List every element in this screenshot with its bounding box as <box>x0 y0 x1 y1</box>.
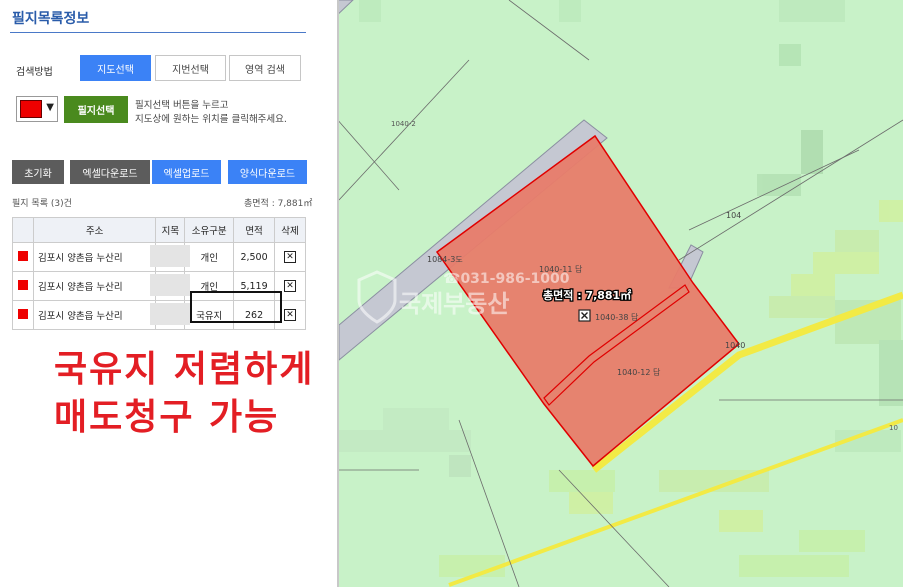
map-label-1084-3: 1084-3도 <box>427 255 463 264</box>
excel-upload-button[interactable]: 엑셀업로드 <box>152 160 221 184</box>
tab-map-select[interactable]: 지도선택 <box>80 55 151 81</box>
color-picker[interactable]: ▼ <box>16 96 58 122</box>
svg-text:10: 10 <box>889 424 898 432</box>
header-address: 주소 <box>32 217 157 243</box>
row-address: 김포시 양촌읍 누산리 <box>32 242 190 272</box>
select-parcel-button[interactable]: 필지선택 <box>64 96 128 123</box>
map-label-104: 104 <box>726 211 741 220</box>
delete-icon[interactable]: ✕ <box>284 280 297 292</box>
hint-line-1: 필지선택 버튼을 누르고 <box>135 100 229 111</box>
map-total-area-label: 총면적 : 7,881㎡ <box>543 288 631 302</box>
header-delete: 삭제 <box>274 217 306 243</box>
row-delete[interactable]: ✕ <box>274 242 306 272</box>
form-download-button[interactable]: 양식다운로드 <box>228 160 307 184</box>
total-area: 총면적 : 7,881㎡ <box>244 199 313 209</box>
redacted-lot-number <box>149 303 190 325</box>
parcel-list-panel: 필지목록정보 검색방법 지도선택 지번선택 영역 검색 ▼ 필지선택 필지선택 … <box>0 0 320 587</box>
header-marker <box>12 217 34 243</box>
table-row[interactable]: 김포시 양촌읍 누산리 답 개인 2,500 ✕ <box>12 242 306 272</box>
redacted-lot-number <box>149 245 190 267</box>
tab-area-search[interactable]: 영역 검색 <box>229 55 301 81</box>
map-label-1040: 1040 <box>725 341 745 350</box>
excel-download-button[interactable]: 엑셀다운로드 <box>70 160 150 184</box>
table-header: 주소 지목 소유구분 면적 삭제 <box>12 217 306 243</box>
map-canvas: 1084-3도 1040-11 답 1040-12 답 1040-38 답 10… <box>339 0 903 587</box>
panel-title: 필지목록정보 <box>12 11 90 27</box>
watermark-phone: ☎031-986-1000 <box>443 271 570 287</box>
map-label-1040-12: 1040-12 답 <box>617 367 661 377</box>
header-jimok: 지목 <box>155 217 186 243</box>
close-icon[interactable] <box>578 309 591 322</box>
header-area: 면적 <box>233 217 276 243</box>
color-swatch <box>20 100 42 118</box>
map-label-1040-38: 1040-38 답 <box>595 312 639 322</box>
row-color-marker <box>12 242 34 272</box>
delete-icon[interactable]: ✕ <box>284 251 297 263</box>
reset-button[interactable]: 초기화 <box>12 160 64 184</box>
caret-down-icon: ▼ <box>46 102 54 113</box>
header-owner: 소유구분 <box>184 217 235 243</box>
hint-line-2: 지도상에 원하는 위치를 클릭해주세요. <box>135 114 287 125</box>
search-method-label: 검색방법 <box>16 67 53 78</box>
row-color-marker <box>12 300 34 330</box>
row-area: 2,500 <box>233 242 276 272</box>
delete-icon[interactable]: ✕ <box>284 309 297 321</box>
promo-line-1: 국유지 저렴하게 <box>54 349 315 390</box>
tab-lot-select[interactable]: 지번선택 <box>155 55 226 81</box>
row-address: 김포시 양촌읍 누산리 <box>32 271 190 301</box>
list-count: 필지 목록 (3)건 <box>12 199 72 209</box>
redacted-lot-number <box>149 274 190 296</box>
promo-line-2: 매도청구 가능 <box>54 397 280 438</box>
title-divider <box>10 32 306 33</box>
row-owner: 개인 <box>184 242 235 272</box>
state-land-highlight-box <box>190 291 282 323</box>
row-address: 김포시 양촌읍 누산리 <box>32 300 190 330</box>
map-label-1040-2: 1040-2 <box>391 120 416 128</box>
watermark-name: 국제부동산 <box>399 290 509 318</box>
cadastral-map[interactable]: 1084-3도 1040-11 답 1040-12 답 1040-38 답 10… <box>339 0 903 587</box>
row-color-marker <box>12 271 34 301</box>
